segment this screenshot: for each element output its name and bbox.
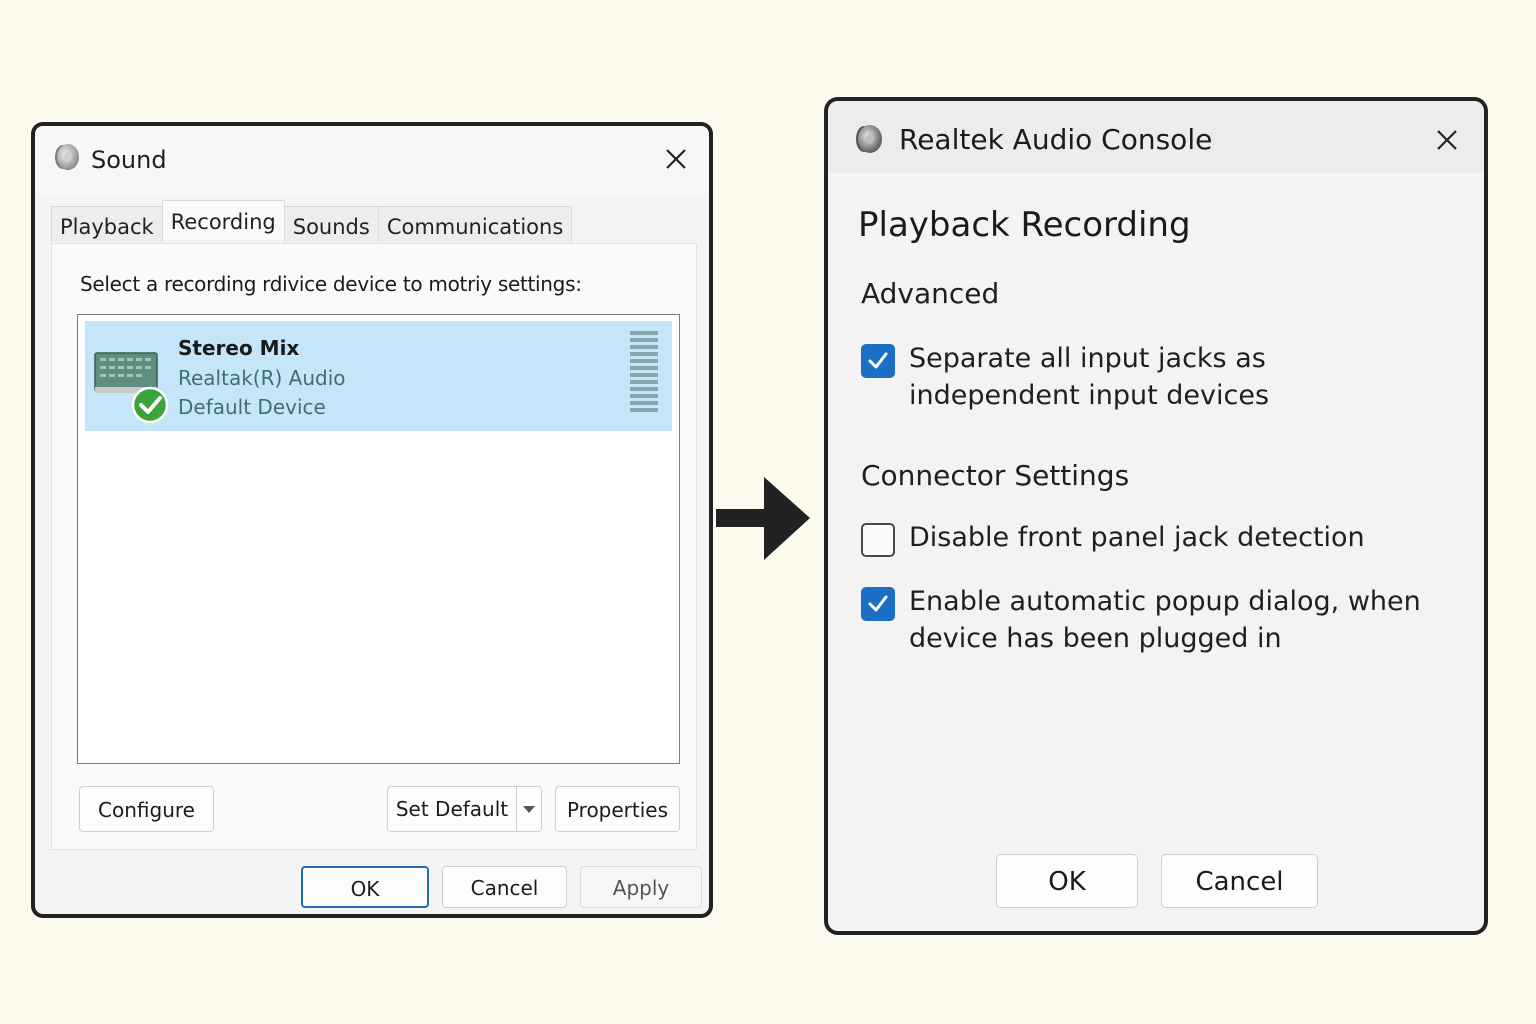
speaker-icon [55,144,79,170]
sound-window: Sound Playback Recording Sounds Communic… [31,122,713,918]
recording-panel: Select a recording rdivice device to mot… [51,243,697,850]
realtek-window: Realtek Audio Console Playback Recording… [824,97,1488,935]
tab-playback[interactable]: Playback [51,206,163,242]
device-driver: Realtak(R) Audio [178,366,346,390]
separate-jacks-checkbox[interactable] [861,344,895,378]
speaker-icon [856,125,882,153]
properties-button[interactable]: Properties [555,786,680,832]
tab-strip: Playback Recording Sounds Communications [51,200,573,244]
list-item[interactable]: Stereo Mix Realtak(R) Audio Default Devi… [85,321,672,431]
checkmark-icon [868,595,888,612]
ok-button[interactable]: OK [301,866,429,908]
device-list[interactable]: Stereo Mix Realtak(R) Audio Default Devi… [77,314,680,764]
stereo-mix-icon [94,352,169,423]
window-title: Realtek Audio Console [899,123,1213,156]
ok-button[interactable]: OK [996,854,1138,908]
auto-popup-checkbox[interactable] [861,587,895,621]
level-meter [630,331,658,412]
right-arrow-icon [716,477,810,560]
set-default-button[interactable]: Set Default [387,786,542,832]
tab-sounds[interactable]: Sounds [283,206,379,242]
sound-title-bar[interactable]: Sound [35,126,709,196]
instruction-text: Select a recording rdivice device to mot… [80,272,582,296]
separate-jacks-label: Separate all input jacks as independent … [909,343,1270,411]
close-icon[interactable] [661,144,691,174]
section-advanced: Advanced [861,277,1000,310]
cancel-button[interactable]: Cancel [1161,854,1318,908]
tab-recording[interactable]: Recording [161,200,285,240]
section-connector-settings: Connector Settings [861,459,1130,492]
auto-popup-label: Enable automatic popup dialog, when devi… [909,586,1421,654]
dropdown-arrow-icon[interactable] [517,787,541,831]
disable-jack-detection-label: Disable front panel jack detection [909,522,1365,553]
apply-button[interactable]: Apply [580,866,702,908]
page-title: Playback Recording [858,205,1191,245]
cancel-button[interactable]: Cancel [442,866,567,908]
window-title: Sound [91,146,167,174]
set-default-label: Set Default [395,797,509,821]
configure-button[interactable]: Configure [79,786,214,832]
close-icon[interactable] [1432,125,1462,155]
realtek-title-bar[interactable]: Realtek Audio Console [828,101,1484,173]
checkmark-icon [868,352,888,369]
tab-communications[interactable]: Communications [377,206,573,242]
device-name: Stereo Mix [178,336,300,360]
disable-jack-detection-checkbox[interactable] [861,523,895,557]
device-status: Default Device [178,395,326,419]
